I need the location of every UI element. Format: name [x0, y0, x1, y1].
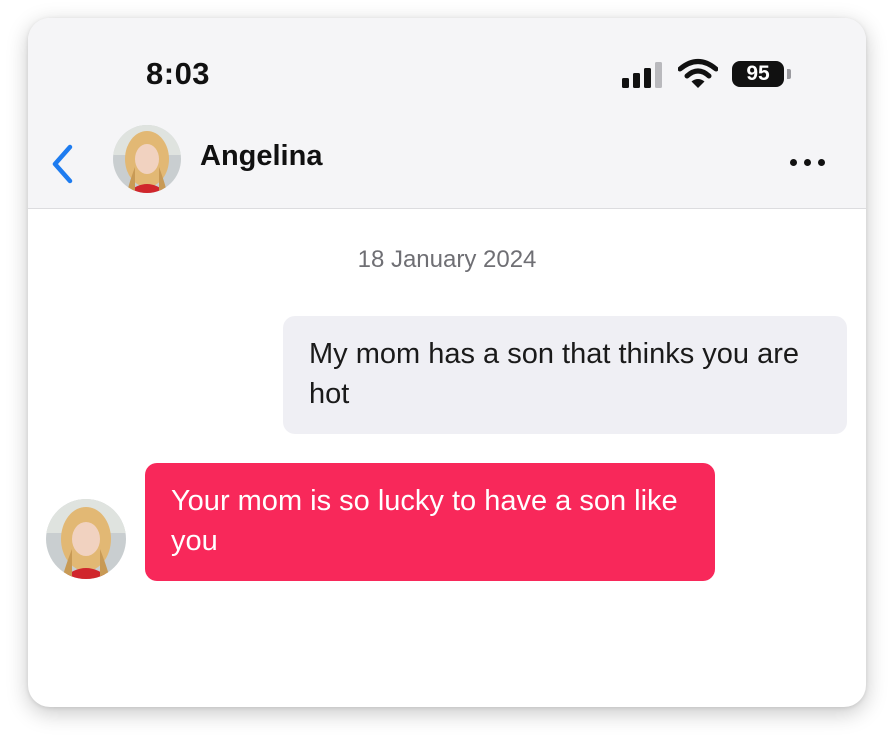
more-options-icon[interactable] [788, 156, 828, 170]
wifi-icon [678, 59, 718, 88]
chat-screen: 8:03 95 Angelina 18 January 2024 My mom … [28, 18, 866, 707]
signal-bar [655, 62, 662, 88]
back-chevron-icon[interactable] [46, 141, 80, 187]
battery-indicator: 95 [732, 61, 784, 87]
top-bar: 8:03 95 Angelina [28, 18, 866, 209]
signal-bar [633, 73, 640, 88]
signal-bar [644, 68, 651, 88]
incoming-message-bubble[interactable]: Your mom is so lucky to have a son like … [145, 463, 715, 581]
outgoing-message-bubble[interactable]: My mom has a son that thinks you are hot [283, 316, 847, 434]
signal-bar [622, 78, 629, 88]
date-separator: 18 January 2024 [357, 246, 537, 273]
cellular-signal-icon [622, 62, 664, 88]
dot [804, 159, 811, 166]
dot [790, 159, 797, 166]
status-time: 8:03 [146, 56, 211, 91]
contact-name[interactable]: Angelina [200, 140, 322, 173]
contact-avatar[interactable] [113, 125, 181, 193]
dot [818, 159, 825, 166]
screenshot-stage: 8:03 95 Angelina 18 January 2024 My mom … [0, 0, 893, 745]
battery-tip [787, 69, 791, 79]
sender-avatar[interactable] [46, 499, 126, 579]
